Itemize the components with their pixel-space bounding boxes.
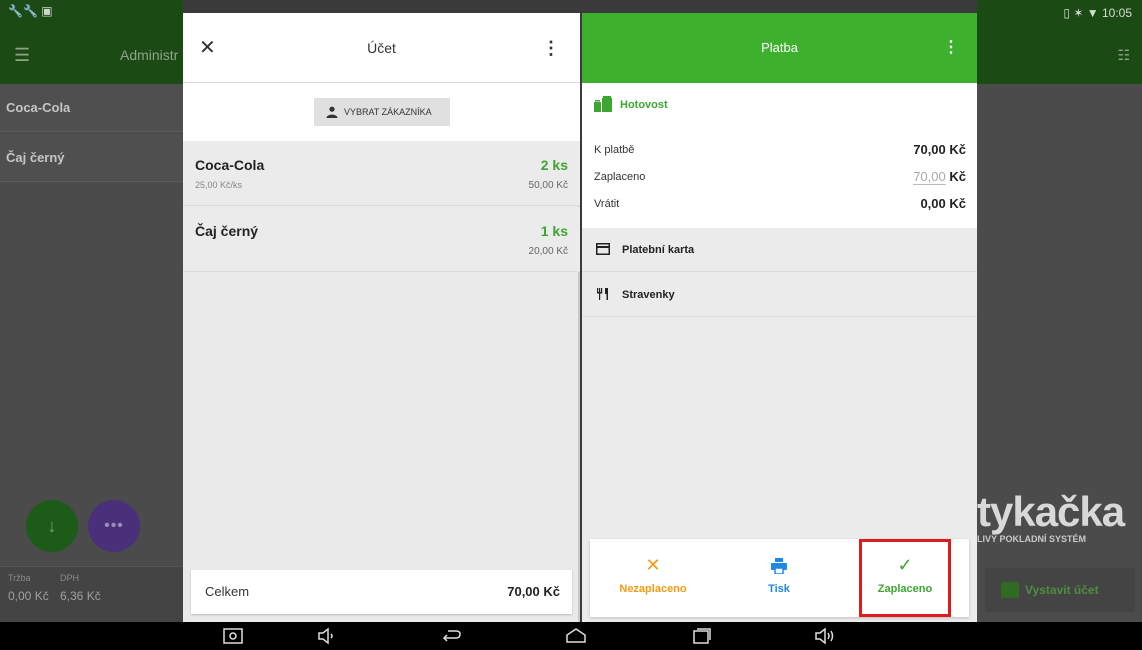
to-pay-label: K platbě <box>594 144 635 156</box>
to-pay-row: K platbě 70,00 Kč <box>594 142 966 157</box>
bill-panel: ✕ Účet ⋮ VYBRAT ZÁKAZNÍKA Coca-Cola 25,0… <box>183 13 580 622</box>
item-sum: 20,00 Kč <box>528 246 568 257</box>
status-time: 10:05 <box>1101 6 1132 20</box>
paid-label: Zaplaceno <box>594 171 646 183</box>
highlight-box <box>859 539 951 617</box>
payment-panel: Platba ⋮ Hotovost K platbě 70,00 Kč Zapl… <box>582 13 977 622</box>
bill-total: Celkem 70,00 Kč <box>191 570 572 614</box>
payment-method-vouchers[interactable]: Stravenky <box>582 273 977 317</box>
select-customer-label: VYBRAT ZÁKAZNÍKA <box>344 107 432 117</box>
unpaid-button[interactable]: ✕ Nezaplaceno <box>590 539 716 617</box>
background-left-pane: 🔧🔧 ▣ ☰ Administr Coca-Cola Čaj černý ↓ •… <box>0 0 183 622</box>
app-logo: tykačka <box>977 488 1125 535</box>
print-icon <box>716 555 842 575</box>
download-fab-icon[interactable]: ↓ <box>26 500 78 552</box>
item-sum: 50,00 Kč <box>528 180 568 191</box>
status-icons: ▯ ✶ ▼ <box>1063 6 1102 20</box>
volume-up-icon[interactable] <box>814 626 836 646</box>
cash-label: Hotovost <box>620 99 668 111</box>
status-bar-right: ▯ ✶ ▼ 10:05 <box>1063 6 1132 20</box>
more-vert-icon[interactable]: ⋮ <box>542 13 560 83</box>
item-quantity: 1 ks <box>540 223 568 239</box>
issue-bill-label: Vystavit účet <box>1025 583 1099 597</box>
total-value: 70,00 Kč <box>507 584 560 599</box>
menu-icon[interactable]: ☰ <box>14 26 30 84</box>
payment-method-card[interactable]: Platební karta <box>582 228 977 272</box>
summary-value: 0,00 Kč <box>8 589 49 603</box>
system-nav-bar <box>0 622 1142 650</box>
summary-value: 6,36 Kč <box>60 589 101 603</box>
status-icons-left: 🔧🔧 ▣ <box>0 0 183 26</box>
app-tagline: LIVÝ POKLADNÍ SYSTÉM <box>977 534 1087 544</box>
summary-label: DPH <box>60 573 80 583</box>
paid-amount-input[interactable]: 70,00 <box>913 169 946 185</box>
card-label: Platební karta <box>622 244 695 256</box>
recent-apps-icon[interactable] <box>690 626 712 646</box>
select-customer-button[interactable]: VYBRAT ZÁKAZNÍKA <box>314 98 450 126</box>
person-icon <box>326 106 338 118</box>
paid-row: Zaplaceno 70,00 Kč <box>594 169 966 185</box>
issue-bill-button[interactable]: Vystavit účet <box>985 568 1135 612</box>
more-fab[interactable]: ••• <box>88 500 140 552</box>
item-quantity: 2 ks <box>540 157 568 173</box>
bill-title: Účet <box>367 40 396 56</box>
item-name: Coca-Cola <box>195 157 265 173</box>
wallet-icon <box>1001 582 1019 598</box>
change-value: 0,00 Kč <box>920 196 966 211</box>
bill-item[interactable]: Coca-Cola 25,00 Kč/ks 2 ks 50,00 Kč <box>183 141 580 206</box>
cash-heading: Hotovost <box>594 96 668 112</box>
background-item[interactable]: Čaj černý <box>0 134 183 182</box>
payment-actions: ✕ Nezaplaceno Tisk ✓ Zaplaceno <box>590 539 969 617</box>
paid-currency: Kč <box>949 169 966 184</box>
back-icon[interactable] <box>440 626 462 646</box>
change-row: Vrátit 0,00 Kč <box>594 196 966 211</box>
print-button[interactable]: Tisk <box>716 539 842 617</box>
to-pay-value: 70,00 Kč <box>913 142 966 157</box>
cash-section[interactable]: Hotovost K platbě 70,00 Kč Zaplaceno 70,… <box>582 83 977 228</box>
more-vert-icon[interactable]: ⋮ <box>943 13 959 83</box>
payment-header: Platba ⋮ <box>582 13 977 83</box>
bill-header: ✕ Účet ⋮ <box>183 13 580 83</box>
total-label: Celkem <box>205 584 250 599</box>
background-item[interactable]: Coca-Cola <box>0 84 183 132</box>
background-title: Administr <box>120 47 179 63</box>
change-label: Vrátit <box>594 198 620 210</box>
unpaid-label: Nezaplaceno <box>619 583 687 595</box>
screenshot-icon[interactable] <box>222 626 244 646</box>
home-icon[interactable] <box>565 626 587 646</box>
summary-label: Tržba <box>8 573 31 583</box>
credit-card-icon <box>596 243 610 255</box>
paid-amount-field[interactable]: 70,00 Kč <box>913 169 966 185</box>
vouchers-label: Stravenky <box>622 289 675 301</box>
grid-icon[interactable]: ☷ <box>1117 26 1130 84</box>
volume-down-icon[interactable] <box>316 626 338 646</box>
bill-item[interactable]: Čaj černý 1 ks 20,00 Kč <box>183 207 580 272</box>
background-summary: Tržba DPH 0,00 Kč 6,36 Kč <box>0 566 183 622</box>
close-icon: ✕ <box>645 555 661 575</box>
item-unit-price: 25,00 Kč/ks <box>195 180 243 190</box>
item-name: Čaj černý <box>195 223 259 239</box>
payment-title: Platba <box>761 40 798 55</box>
customer-bar: VYBRAT ZÁKAZNÍKA <box>183 83 580 141</box>
print-label: Tisk <box>768 583 790 595</box>
cash-icon <box>594 96 612 112</box>
restaurant-icon <box>597 288 608 300</box>
background-right-pane: ▯ ✶ ▼ 10:05 ☷ tykačka LIVÝ POKLADNÍ SYST… <box>977 0 1142 622</box>
